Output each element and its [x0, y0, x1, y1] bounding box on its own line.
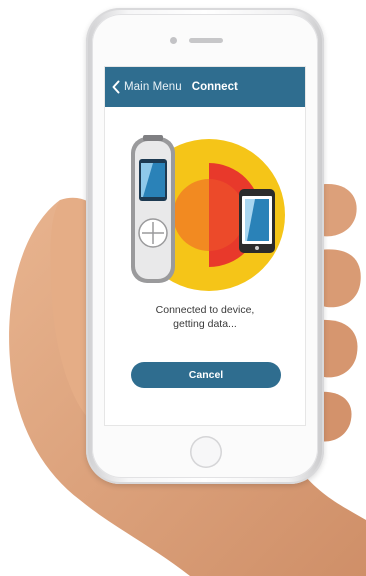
back-button-label: Main Menu: [124, 81, 182, 93]
page-title: Connect: [191, 81, 238, 93]
front-camera: [170, 37, 177, 44]
phone-frame: Main Menu Connect Connected to device, g…: [86, 8, 324, 484]
cancel-button[interactable]: Cancel: [131, 362, 281, 388]
home-button[interactable]: [190, 436, 222, 468]
scene: Main Menu Connect Connected to device, g…: [0, 0, 366, 576]
status-line-2: getting data...: [173, 318, 237, 330]
nav-bar: Main Menu Connect: [105, 67, 305, 107]
status-message: Connected to device, getting data...: [105, 303, 305, 331]
app-screen: Main Menu Connect Connected to device, g…: [104, 66, 306, 426]
back-button[interactable]: Main Menu: [111, 80, 182, 94]
glucose-meter-icon: [131, 135, 175, 283]
chevron-left-icon: [112, 80, 120, 94]
connection-illustration: [131, 135, 285, 291]
smartphone-icon: [239, 189, 275, 253]
status-line-1: Connected to device,: [155, 304, 255, 316]
earpiece-speaker: [189, 38, 223, 43]
